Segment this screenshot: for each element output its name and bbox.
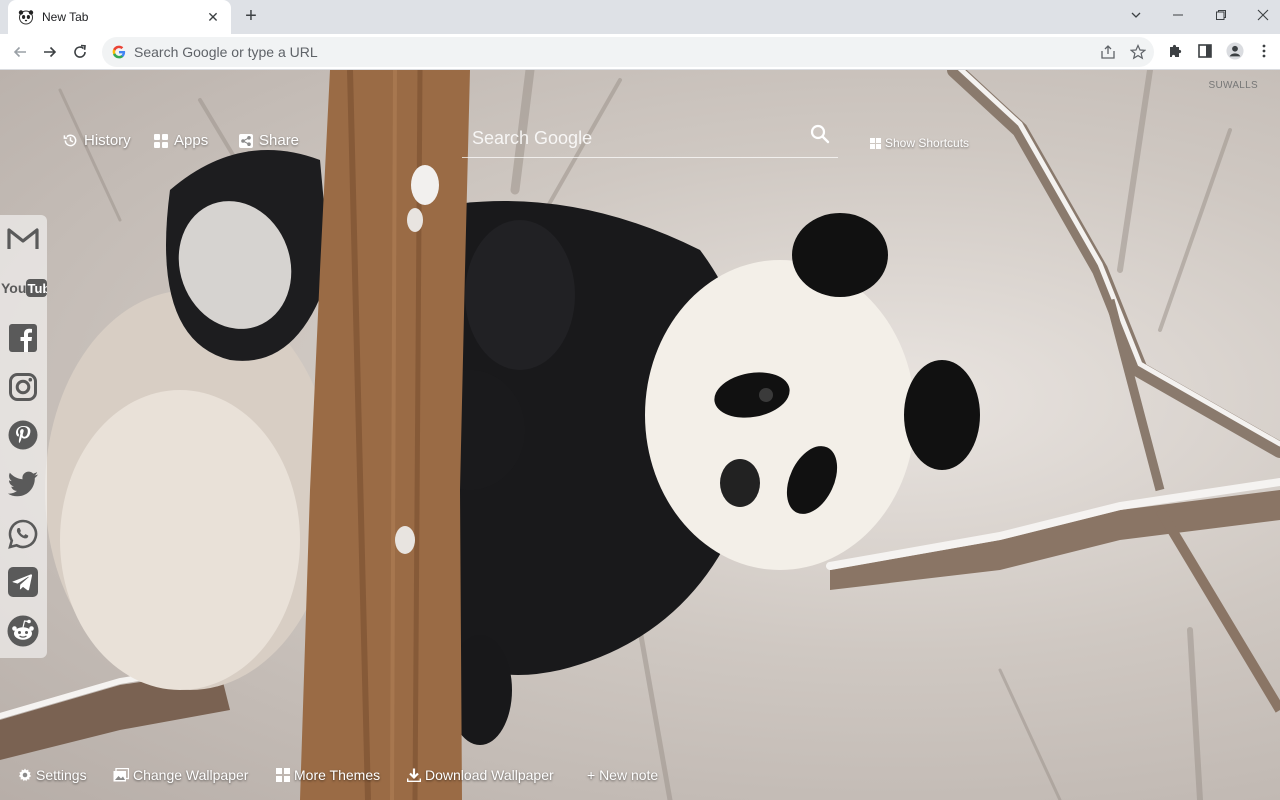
twitter-icon	[7, 471, 39, 497]
settings-button[interactable]: Settings	[18, 767, 87, 783]
facebook-link[interactable]	[6, 321, 40, 355]
profile-button[interactable]	[1226, 42, 1244, 60]
change-wallpaper-label: Change Wallpaper	[133, 767, 249, 783]
new-note-button[interactable]: + New note	[587, 767, 658, 783]
show-shortcuts-button[interactable]: Show Shortcuts	[870, 136, 969, 150]
apps-link[interactable]: Apps	[154, 132, 208, 149]
kebab-menu-icon	[1262, 44, 1266, 58]
restore-icon	[1216, 10, 1226, 20]
youtube-icon: YouTube	[1, 279, 47, 297]
facebook-icon	[9, 324, 37, 352]
minimize-button[interactable]	[1156, 0, 1200, 30]
panda-wallpaper-image	[0, 70, 1280, 800]
footer-bar: Settings Change Wallpaper More Themes Do…	[0, 767, 1280, 789]
history-link[interactable]: History	[63, 132, 131, 149]
gear-icon	[18, 768, 32, 782]
chevron-down-icon	[1131, 12, 1141, 18]
arrow-left-icon	[13, 46, 26, 58]
google-search-input[interactable]	[472, 124, 792, 152]
puzzle-icon	[1170, 44, 1182, 57]
tab-search-button[interactable]	[1114, 0, 1158, 30]
whatsapp-icon	[8, 519, 38, 549]
share-link[interactable]: Share	[239, 132, 299, 149]
search-icon[interactable]	[810, 124, 830, 144]
panda-favicon-icon	[18, 10, 34, 25]
bookmark-star-icon[interactable]	[1130, 44, 1146, 60]
svg-text:Tube: Tube	[27, 281, 47, 296]
share-page-icon[interactable]	[1100, 44, 1116, 60]
pinterest-icon	[8, 420, 38, 450]
youtube-link[interactable]: YouTube	[0, 271, 47, 305]
arrow-right-icon	[44, 46, 57, 58]
minimize-icon	[1173, 14, 1183, 16]
telegram-icon	[8, 567, 38, 597]
share-label: Share	[259, 132, 300, 149]
new-tab-button[interactable]: +	[240, 6, 262, 28]
instagram-icon	[9, 373, 37, 401]
new-tab-page: SUWALLS History Apps Share Show Shortcut…	[0, 70, 1280, 800]
google-search-box[interactable]	[462, 118, 838, 158]
reload-button[interactable]	[67, 39, 93, 65]
instagram-link[interactable]	[6, 370, 40, 404]
download-icon	[407, 768, 421, 782]
reddit-icon	[7, 615, 39, 647]
browser-toolbar	[0, 34, 1280, 70]
menu-button[interactable]	[1255, 42, 1273, 60]
history-icon	[63, 134, 77, 147]
tab-new-tab[interactable]: New Tab ✕	[8, 0, 231, 34]
telegram-link[interactable]	[6, 565, 40, 599]
svg-text:You: You	[1, 280, 26, 296]
new-note-label: + New note	[587, 767, 659, 783]
close-icon	[1257, 9, 1269, 21]
tab-strip: New Tab ✕ +	[0, 0, 1280, 34]
reload-icon	[74, 44, 86, 58]
twitter-link[interactable]	[6, 468, 40, 502]
show-shortcuts-label: Show Shortcuts	[885, 136, 970, 150]
wallpaper-brand: SUWALLS	[1208, 80, 1258, 91]
more-themes-button[interactable]: More Themes	[276, 767, 380, 783]
extensions-button[interactable]	[1166, 42, 1184, 60]
tab-close-icon[interactable]: ✕	[205, 9, 221, 26]
more-themes-label: More Themes	[294, 767, 381, 783]
close-window-button[interactable]	[1241, 0, 1280, 30]
avatar-icon	[1226, 42, 1244, 60]
history-label: History	[84, 132, 131, 149]
change-wallpaper-button[interactable]: Change Wallpaper	[113, 767, 248, 783]
grid-icon	[276, 768, 290, 782]
social-sidebar: YouTube	[0, 215, 47, 658]
apps-label: Apps	[174, 132, 209, 149]
download-wallpaper-label: Download Wallpaper	[425, 767, 554, 783]
back-button[interactable]	[7, 39, 33, 65]
side-panel-icon	[1198, 44, 1212, 58]
grid-icon	[870, 137, 881, 149]
omnibox-input[interactable]	[134, 44, 1034, 60]
forward-button[interactable]	[37, 39, 63, 65]
restore-button[interactable]	[1199, 0, 1243, 30]
gmail-link[interactable]	[6, 222, 40, 256]
image-icon	[113, 768, 129, 782]
download-wallpaper-button[interactable]: Download Wallpaper	[407, 767, 554, 783]
settings-label: Settings	[36, 767, 87, 783]
share-icon	[239, 133, 253, 148]
side-panel-button[interactable]	[1196, 42, 1214, 60]
pinterest-link[interactable]	[6, 418, 40, 452]
whatsapp-link[interactable]	[6, 517, 40, 551]
address-bar[interactable]	[102, 37, 1154, 67]
gmail-icon	[7, 228, 39, 249]
google-g-icon	[112, 45, 126, 59]
apps-grid-icon	[154, 133, 168, 148]
tab-title: New Tab	[42, 10, 89, 24]
reddit-link[interactable]	[6, 614, 40, 648]
